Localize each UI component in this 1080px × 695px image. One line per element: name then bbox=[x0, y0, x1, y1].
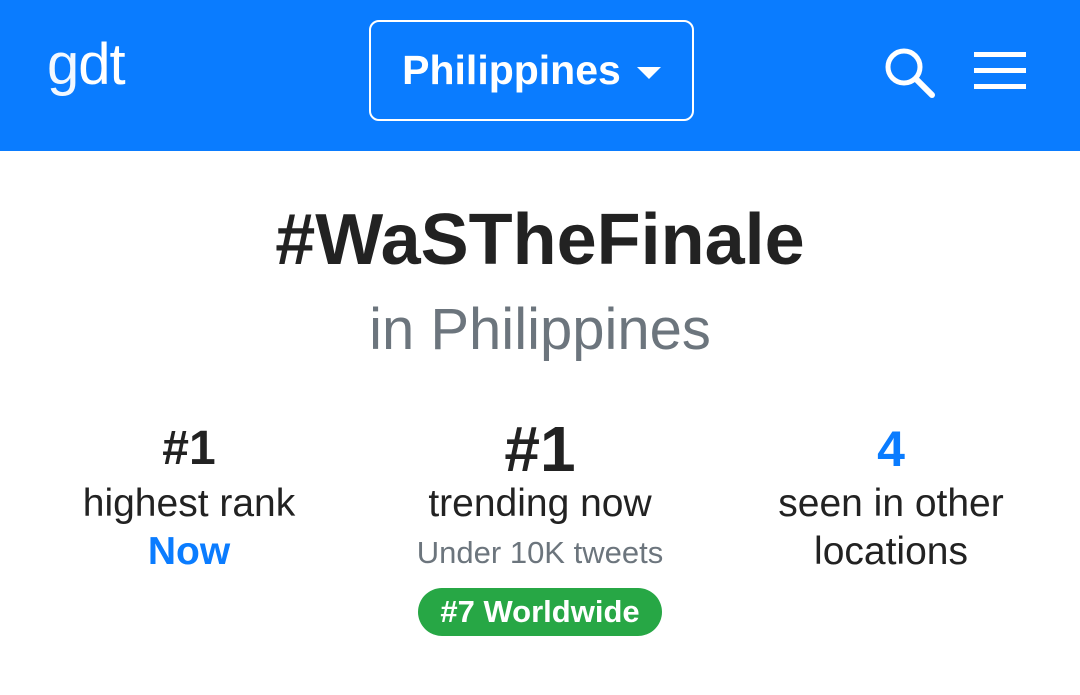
other-locations-count[interactable]: 4 bbox=[711, 418, 1071, 480]
tweet-volume: Under 10K tweets bbox=[416, 535, 664, 570]
menu-button[interactable] bbox=[970, 48, 1030, 94]
stat-trending-now: #1 trending now Under 10K tweets #7 Worl… bbox=[360, 413, 720, 636]
stat-highest-rank: #1 highest rank Now bbox=[9, 418, 369, 576]
search-button[interactable] bbox=[880, 44, 940, 100]
trend-title: #WaSTheFinale bbox=[275, 200, 805, 280]
country-selector[interactable]: Philippines bbox=[369, 20, 694, 121]
logo-dt: dt bbox=[78, 32, 125, 97]
trend-location: in Philippines bbox=[369, 297, 711, 362]
highest-rank-time: Now bbox=[147, 530, 231, 573]
top-navigation-bar: gdt Philippines bbox=[0, 0, 1080, 151]
menu-icon bbox=[974, 52, 1026, 89]
highest-rank-label: highest rank bbox=[82, 482, 296, 525]
other-locations-label-line2: locations bbox=[814, 530, 968, 573]
trending-now-value: #1 bbox=[504, 413, 576, 485]
stat-other-locations[interactable]: 4 seen in other locations bbox=[711, 418, 1071, 576]
caret-down-icon bbox=[636, 66, 661, 79]
site-logo[interactable]: gdt bbox=[47, 30, 126, 100]
trending-now-label: trending now bbox=[428, 482, 652, 525]
worldwide-rank-badge[interactable]: #7 Worldwide bbox=[418, 588, 662, 636]
search-icon bbox=[885, 48, 935, 98]
country-selector-label: Philippines bbox=[402, 47, 621, 93]
highest-rank-value: #1 bbox=[162, 422, 216, 475]
logo-g: g bbox=[47, 32, 79, 97]
other-locations-label-line1: seen in other bbox=[778, 482, 1004, 525]
